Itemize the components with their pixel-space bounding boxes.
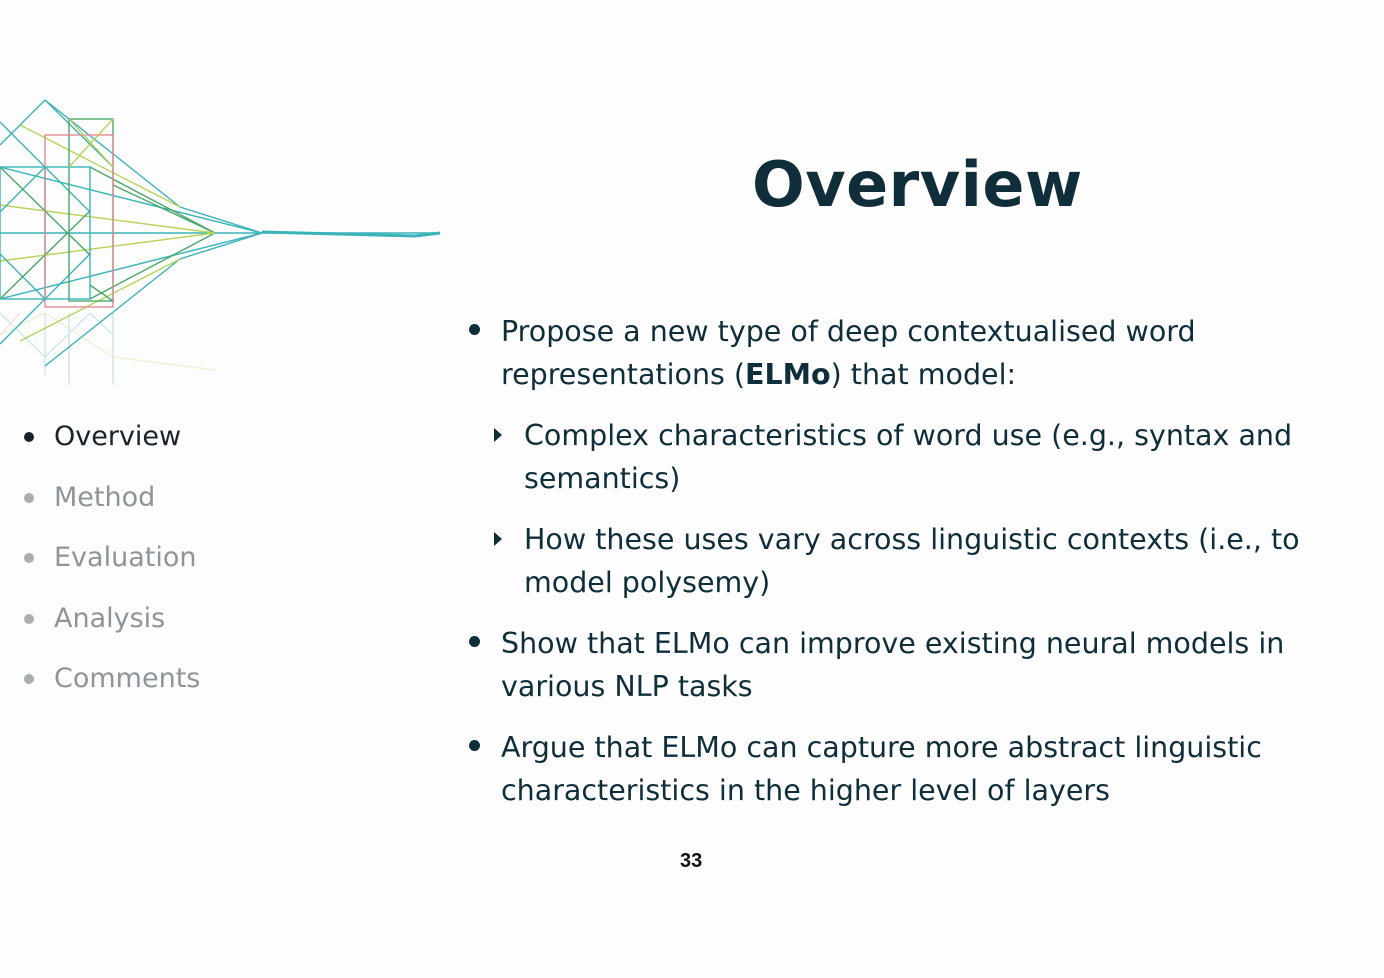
bullet-text: Argue that ELMo can capture more abstrac… (501, 731, 1262, 807)
nav-item-evaluation[interactable]: Evaluation (18, 539, 200, 600)
slide-title: Overview (752, 148, 1083, 221)
nav-item-label: Analysis (54, 602, 166, 634)
nav-item-label: Overview (54, 421, 182, 452)
bullet-dot-icon (24, 432, 34, 442)
triangle-bullet-icon (494, 428, 502, 442)
bullet-dot-icon (24, 553, 34, 563)
bullet-dot-icon (24, 613, 34, 624)
nav-item-label: Evaluation (54, 542, 197, 573)
nav-item-label: Comments (54, 663, 201, 694)
bullet-dot-icon (469, 324, 480, 335)
nav-item-analysis[interactable]: Analysis (18, 600, 200, 661)
sub-bullet-item: Complex characteristics of word use (e.g… (466, 414, 1366, 500)
bullet-item: Argue that ELMo can capture more abstrac… (466, 726, 1366, 812)
bullet-text-bold: ELMo (745, 358, 831, 391)
network-lines-graphic (0, 99, 441, 385)
bullet-text: Show that ELMo can improve existing neur… (501, 627, 1285, 703)
sub-bullet-text: How these uses vary across linguistic co… (524, 523, 1300, 599)
sub-bullet-item: How these uses vary across linguistic co… (466, 518, 1366, 604)
bullet-item: Propose a new type of deep contextualise… (466, 310, 1366, 396)
bullet-dot-icon (469, 636, 480, 647)
nav-item-comments[interactable]: Comments (18, 660, 200, 721)
section-nav: Overview Method Evaluation Analysis Comm… (18, 418, 200, 721)
bullet-text-post: ) that model: (830, 358, 1017, 391)
bullet-item: Show that ELMo can improve existing neur… (466, 622, 1366, 708)
sub-bullet-text: Complex characteristics of word use (e.g… (524, 419, 1293, 495)
page-number: 33 (680, 850, 703, 872)
nav-item-label: Method (54, 481, 156, 513)
bullet-dot-icon (24, 492, 34, 503)
nav-item-method[interactable]: Method (18, 479, 200, 540)
triangle-bullet-icon (494, 532, 502, 546)
nav-item-overview[interactable]: Overview (18, 418, 200, 479)
bullet-dot-icon (469, 740, 480, 751)
slide-content: Propose a new type of deep contextualise… (466, 310, 1366, 830)
slide: Overview Overview Method Evaluation Anal… (0, 0, 1384, 978)
bullet-dot-icon (24, 674, 34, 684)
